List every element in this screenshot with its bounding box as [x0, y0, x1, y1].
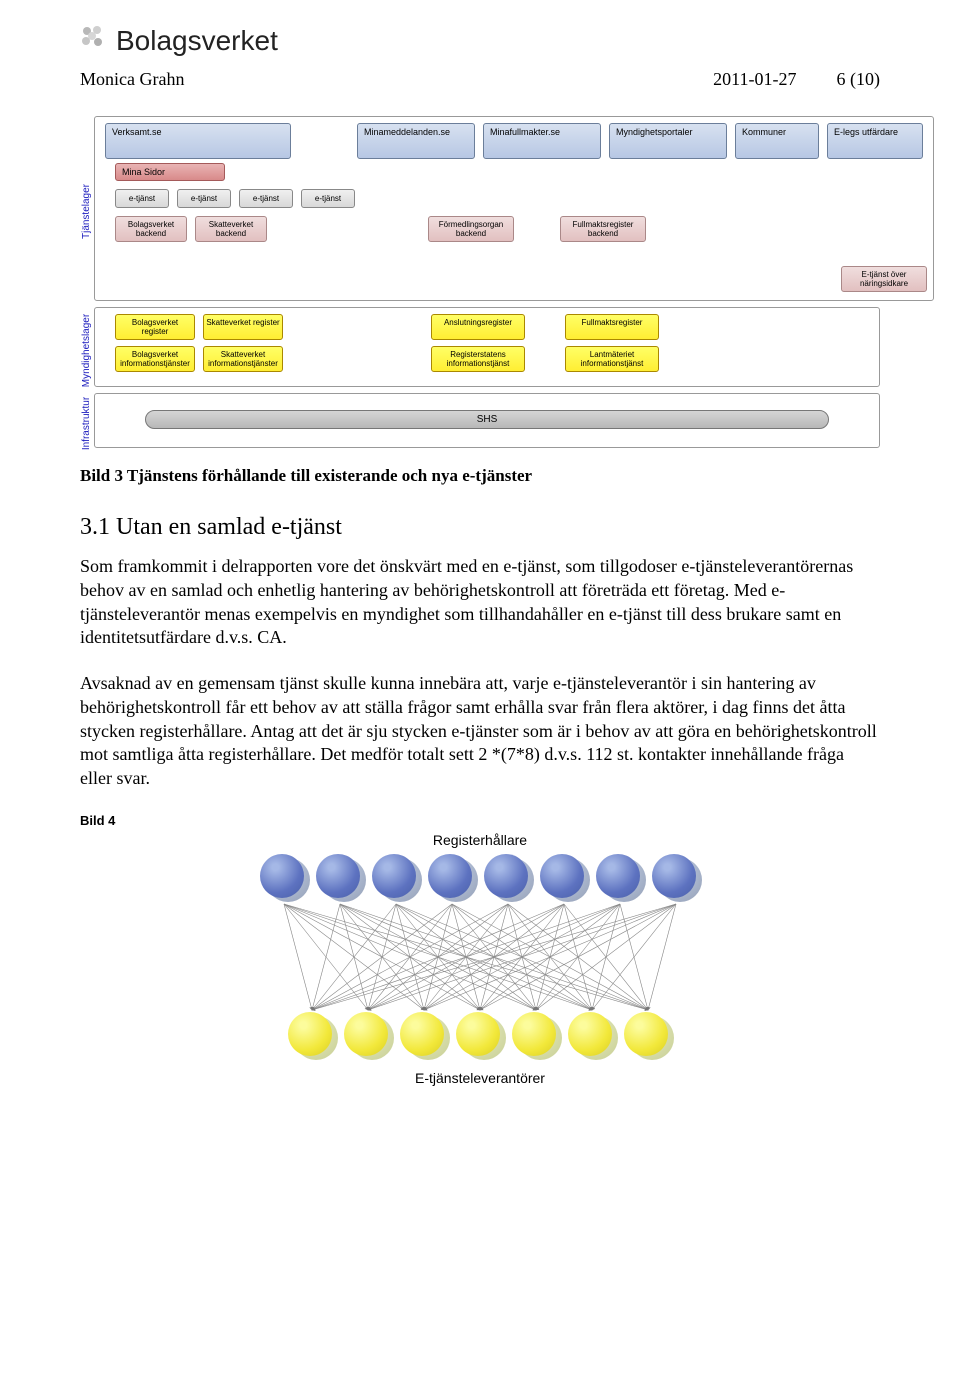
box-elegs: E-legs utfärdare — [827, 123, 923, 159]
register-node — [652, 854, 700, 902]
org-logo: Bolagsverket — [80, 24, 880, 57]
box-minasidor: Mina Sidor — [115, 163, 225, 181]
box-bolag-register: Bolagsverket register — [115, 314, 195, 340]
para2: Avsaknad av en gemensam tjänst skulle ku… — [80, 672, 880, 791]
leverantor-node — [624, 1012, 672, 1060]
org-name: Bolagsverket — [116, 25, 278, 57]
box-etjanst: e-tjänst — [177, 189, 231, 208]
box-lantmateriet: Lantmäteriet informationstjänst — [565, 346, 659, 372]
leverantor-node — [456, 1012, 504, 1060]
section-heading: 3.1 Utan en samlad e-tjänst — [80, 514, 880, 541]
box-formedl-backend: Förmedlingsorgan backend — [428, 216, 514, 242]
box-etjanst: e-tjänst — [115, 189, 169, 208]
leverantor-node — [568, 1012, 616, 1060]
bipartite-graph — [0, 854, 960, 1060]
box-registerstaten: Registerstatens informationstjänst — [431, 346, 525, 372]
box-fullmakt-backend: Fullmaktsregister backend — [560, 216, 646, 242]
page-number: 6 (10) — [837, 69, 881, 90]
leverantor-node — [288, 1012, 336, 1060]
box-shs: SHS — [145, 410, 829, 429]
box-bolag-info: Bolagsverket informationstjänster — [115, 346, 195, 372]
box-verksamt: Verksamt.se — [105, 123, 291, 159]
register-node — [596, 854, 644, 902]
register-node — [316, 854, 364, 902]
author-name: Monica Grahn — [80, 69, 184, 90]
register-node — [372, 854, 420, 902]
para1: Som framkommit i delrapporten vore det ö… — [80, 555, 880, 650]
leverantor-node — [344, 1012, 392, 1060]
diagram-bild3: Tjänstelager Verksamt.se Minameddelanden… — [80, 116, 880, 454]
leverantor-node — [512, 1012, 560, 1060]
register-node — [428, 854, 476, 902]
box-bolag-backend: Bolagsverket backend — [115, 216, 187, 242]
box-etjanst: e-tjänst — [239, 189, 293, 208]
box-etjanst: e-tjänst — [301, 189, 355, 208]
caption-bild4: Bild 4 — [80, 813, 880, 828]
register-node — [540, 854, 588, 902]
box-skatt-register: Skatteverket register — [203, 314, 283, 340]
axis-myndighetslager: Myndighetslager — [82, 313, 93, 386]
doc-date: 2011-01-27 — [713, 69, 796, 90]
register-node — [260, 854, 308, 902]
logo-icon — [80, 24, 106, 57]
leverantorer-label: E-tjänsteleverantörer — [0, 1070, 960, 1086]
box-myndighetsportaler: Myndighetsportaler — [609, 123, 727, 159]
axis-infrastruktur: Infrastruktur — [82, 397, 93, 450]
box-minameddelanden: Minameddelanden.se — [357, 123, 475, 159]
box-skatt-info: Skatteverket informationstjänster — [203, 346, 283, 372]
box-skatt-backend: Skatteverket backend — [195, 216, 267, 242]
box-naringsidkare: E-tjänst över näringsidkare — [841, 266, 927, 292]
caption-bild3: Bild 3 Tjänstens förhållande till existe… — [80, 466, 880, 486]
box-kommuner: Kommuner — [735, 123, 819, 159]
box-anslutningsregister: Anslutningsregister — [431, 314, 525, 340]
box-minafullmakter: Minafullmakter.se — [483, 123, 601, 159]
leverantor-node — [400, 1012, 448, 1060]
axis-tjanstelager: Tjänstelager — [82, 184, 93, 239]
box-fullmaktsregister: Fullmaktsregister — [565, 314, 659, 340]
register-node — [484, 854, 532, 902]
registerhallare-label: Registerhållare — [0, 832, 960, 848]
